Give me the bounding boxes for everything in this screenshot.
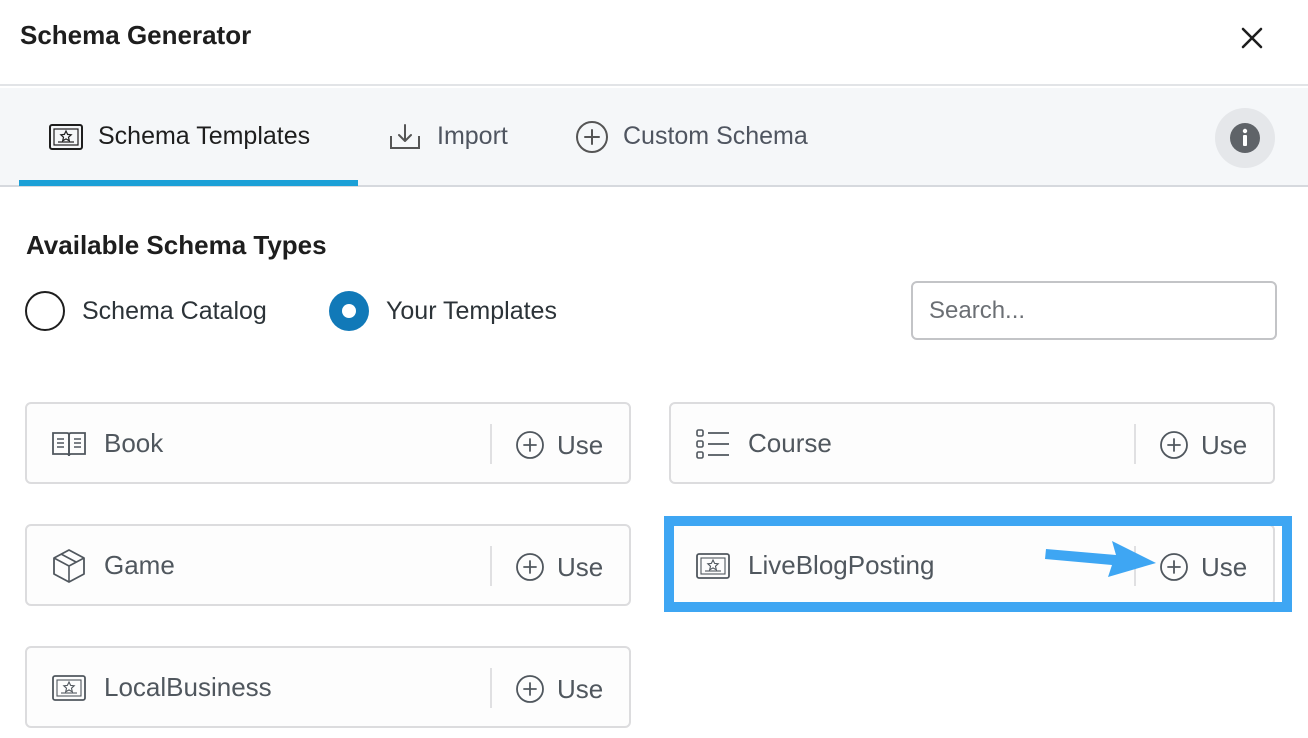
- plus-circle-icon: [576, 120, 608, 153]
- use-label: Use: [557, 551, 604, 582]
- use-button[interactable]: Use: [515, 546, 603, 588]
- tab-label: Schema Templates: [98, 122, 311, 150]
- template-card-localbusiness: LocalBusiness Use: [25, 646, 631, 728]
- list-icon: [695, 428, 731, 460]
- active-tab-indicator: [19, 180, 358, 186]
- close-button[interactable]: [1232, 18, 1272, 58]
- use-button[interactable]: Use: [1159, 424, 1247, 466]
- divider: [490, 668, 492, 708]
- dialog-title: Schema Generator: [20, 20, 252, 50]
- template-name: LocalBusiness: [104, 672, 272, 702]
- radio-button[interactable]: [25, 291, 65, 331]
- tab-bar: Schema Templates Import Custom Schema: [0, 88, 1308, 187]
- radio-label: Schema Catalog: [82, 296, 267, 325]
- plus-circle-icon: [516, 431, 544, 459]
- highlight-box: [664, 516, 1292, 612]
- plus-circle-icon: [516, 675, 544, 703]
- tab-schema-templates[interactable]: Schema Templates: [48, 88, 310, 185]
- info-button[interactable]: [1215, 108, 1275, 168]
- arrow-annotation-icon: [1045, 541, 1156, 577]
- use-button[interactable]: Use: [515, 668, 603, 710]
- use-label: Use: [557, 429, 604, 460]
- dialog-header: Schema Generator: [0, 0, 1308, 86]
- close-icon: [1241, 27, 1263, 49]
- tab-import[interactable]: Import: [387, 88, 508, 185]
- use-label: Use: [557, 673, 604, 704]
- divider: [1134, 424, 1136, 464]
- template-name: Course: [748, 428, 832, 458]
- template-name: Book: [104, 428, 164, 458]
- tab-custom-schema[interactable]: Custom Schema: [575, 88, 808, 185]
- template-card-game: Game Use: [25, 524, 631, 606]
- template-card-book: Book Use: [25, 402, 631, 484]
- plus-circle-icon: [516, 553, 544, 581]
- template-name: Game: [104, 550, 175, 580]
- tab-label: Import: [437, 122, 508, 150]
- divider: [490, 546, 492, 586]
- search-input[interactable]: [911, 281, 1277, 340]
- use-label: Use: [1201, 429, 1248, 460]
- cube-icon: [51, 549, 87, 583]
- certificate-icon: [51, 672, 87, 704]
- tab-label: Custom Schema: [623, 122, 808, 150]
- radio-button[interactable]: [329, 291, 369, 331]
- import-icon: [390, 123, 420, 149]
- section-title: Available Schema Types: [26, 230, 327, 260]
- divider: [490, 424, 492, 464]
- radio-your-templates[interactable]: Your Templates: [329, 290, 557, 332]
- certificate-icon: [49, 123, 83, 150]
- use-button[interactable]: Use: [515, 424, 603, 466]
- book-icon: [51, 428, 87, 460]
- template-card-course: Course Use: [669, 402, 1275, 484]
- plus-circle-icon: [1160, 431, 1188, 459]
- info-icon: [1230, 123, 1260, 153]
- radio-label: Your Templates: [386, 296, 557, 325]
- radio-schema-catalog[interactable]: Schema Catalog: [25, 290, 267, 332]
